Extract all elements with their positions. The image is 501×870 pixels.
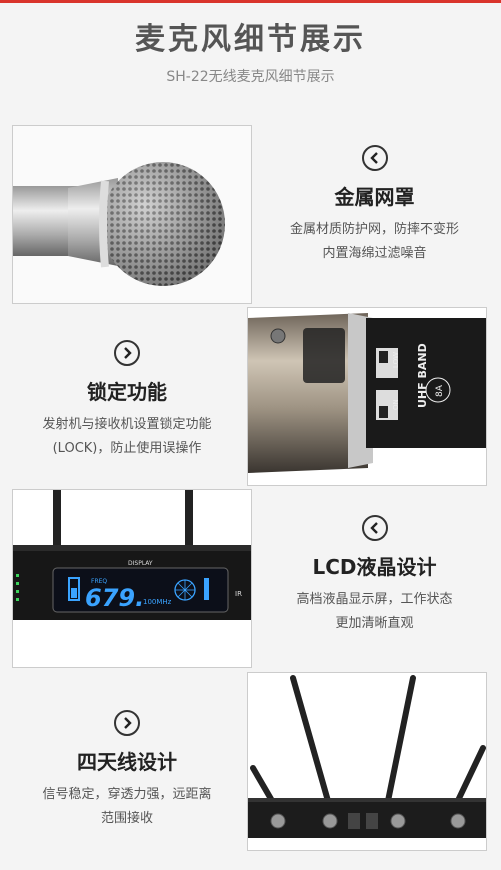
chevron-right-icon (114, 710, 140, 736)
freq-value: 679. (85, 584, 144, 612)
top-accent-line (0, 0, 501, 3)
feature-desc-line: 发射机与接收机设置锁定功能 (42, 417, 212, 432)
page-subtitle: SH-22无线麦克风细节展示 (166, 69, 335, 85)
feature-desc-line: 范围接收 (100, 811, 153, 826)
antenna-receiver-photo (247, 672, 487, 851)
feature-metal-grille: 金属网罩 金属材质防护网，防摔不变形 内置海绵过滤噪音 (262, 145, 487, 266)
chevron-left-icon (361, 145, 388, 171)
feature-desc-line: 更加清晰直观 (335, 616, 414, 631)
feature-desc-line: (LOCK)，防止使用误操作 (52, 441, 202, 456)
feature-title: 锁定功能 (87, 380, 167, 404)
feature-title: 金属网罩 (334, 185, 415, 209)
display-label: DISPLAY (128, 560, 153, 567)
lcd-receiver-photo: DISPLAY FREQ 679. 100MHz IR (12, 489, 252, 668)
chevron-right-icon (114, 340, 140, 366)
feature-desc-line: 内置海绵过滤噪音 (322, 246, 427, 261)
feature-desc-line: 信号稳定，穿透力强，远距离 (42, 787, 212, 802)
switch-label-low: LOW (392, 352, 400, 368)
feature-desc-line: 高档液晶显示屏，工作状态 (296, 592, 453, 607)
switch-label-on: ON (392, 399, 400, 410)
lock-switch-photo: LOW ON UHF BAND 8A (247, 307, 487, 486)
page-title: 麦克风细节展示 (135, 22, 366, 57)
feature-lock: 锁定功能 发射机与接收机设置锁定功能 (LOCK)，防止使用误操作 (12, 340, 242, 461)
feature-desc-line: 金属材质防护网，防摔不变形 (289, 222, 459, 237)
feature-lcd: LCD液晶设计 高档液晶显示屏，工作状态 更加清晰直观 (262, 515, 487, 636)
band-label: UHF BAND (416, 343, 429, 408)
feature-antennas: 四天线设计 信号稳定，穿透力强，远距离 范围接收 (12, 710, 242, 831)
ir-label: IR (235, 590, 242, 598)
chevron-left-icon (361, 515, 388, 541)
freq-unit: 100MHz (143, 598, 172, 606)
mic-grille-photo (12, 125, 252, 304)
feature-title: 四天线设计 (77, 750, 177, 774)
channel-label: 8A (435, 384, 445, 397)
feature-title: LCD液晶设计 (312, 555, 437, 579)
